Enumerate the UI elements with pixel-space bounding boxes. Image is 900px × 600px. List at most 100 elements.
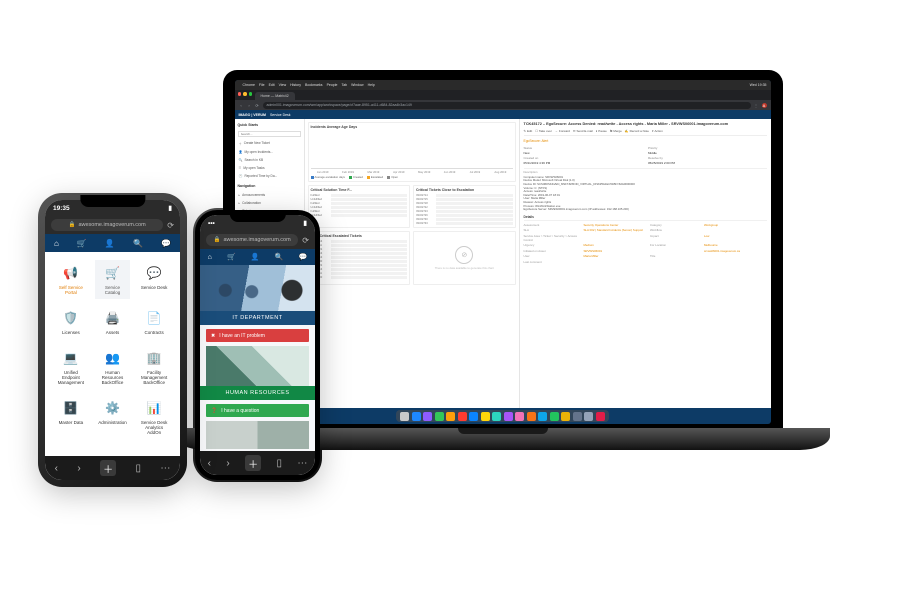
quick-link[interactable]: 🔍Search in KB: [238, 157, 301, 162]
dock-app-icon[interactable]: [446, 412, 455, 421]
chat-icon[interactable]: 💬: [299, 253, 308, 261]
extensions-icon[interactable]: ⋮: [754, 103, 759, 108]
mac-menu-item[interactable]: Bookmarks: [305, 83, 323, 87]
catalog-tile[interactable]: 👥Human Resources BackOffice: [95, 345, 131, 389]
tile-icon: 🛒: [103, 264, 121, 282]
dock-app-icon[interactable]: [504, 412, 513, 421]
new-tab-button[interactable]: ＋: [100, 460, 116, 476]
more-icon[interactable]: ⋯: [160, 463, 170, 474]
quick-link[interactable]: 🕑Reported Time by Da...: [238, 173, 301, 178]
catalog-tile[interactable]: 📄Contracts: [136, 305, 172, 339]
pause-button[interactable]: ⏸ Pause: [596, 129, 607, 133]
nav-item-collaboration[interactable]: ▸Collaboration: [238, 200, 301, 205]
user-icon[interactable]: 👤: [251, 253, 260, 261]
nav-item-announcements[interactable]: ▸Announcements: [238, 192, 301, 197]
dock-app-icon[interactable]: [584, 412, 593, 421]
tabs-icon[interactable]: ▯: [135, 463, 141, 474]
phone-address-bar[interactable]: 🔒 awesome.imagoverum.com: [51, 219, 163, 231]
chat-icon[interactable]: 💬: [161, 239, 171, 248]
address-bar[interactable]: admin001.imagoverum.com/wm/app/workspace…: [263, 102, 751, 109]
dock-app-icon[interactable]: [573, 412, 582, 421]
url-text: awesome.imagoverum.com: [223, 237, 290, 243]
window-controls[interactable]: [238, 92, 253, 96]
search-icon[interactable]: 🔍: [275, 253, 284, 261]
maximize-icon[interactable]: [249, 92, 253, 96]
phone-address-bar[interactable]: 🔒 awesome.imagoverum.com: [206, 234, 298, 246]
forward-icon[interactable]: ›: [226, 458, 229, 469]
action-dropdown[interactable]: ▾ Action: [652, 129, 663, 133]
tile-icon: 💻: [62, 349, 80, 367]
dock-app-icon[interactable]: [561, 412, 570, 421]
dock-app-icon[interactable]: [481, 412, 490, 421]
mac-menu-item[interactable]: Help: [368, 83, 375, 87]
quick-search-input[interactable]: [238, 131, 301, 137]
catalog-tile[interactable]: 🖨️Assets: [95, 305, 131, 339]
subject-link[interactable]: EgoSecure: Alert: [524, 139, 767, 143]
quick-link[interactable]: ＋Create New Ticket: [238, 140, 301, 146]
reload-icon[interactable]: ⟳: [302, 236, 309, 245]
catalog-tile[interactable]: 🛡️Licenses: [53, 305, 89, 339]
back-icon[interactable]: ‹: [239, 103, 244, 108]
it-problem-button[interactable]: ✖ I have an IT problem: [206, 329, 309, 342]
catalog-tile[interactable]: 📊Service Desk Analytics AddOn: [136, 395, 172, 439]
hr-question-button[interactable]: ❓ I have a question: [206, 404, 309, 417]
email-button[interactable]: ✉ Send E-mail: [573, 129, 593, 133]
minimize-icon[interactable]: [243, 92, 247, 96]
dock-app-icon[interactable]: [596, 412, 605, 421]
mac-menu-item[interactable]: People: [327, 83, 338, 87]
forward-button[interactable]: → Forward: [555, 129, 570, 133]
reload-icon[interactable]: ⟳: [167, 221, 174, 230]
tile-label: Service Desk Analytics AddOn: [138, 420, 170, 435]
mac-menu-item[interactable]: Window: [351, 83, 363, 87]
dock-app-icon[interactable]: [423, 412, 432, 421]
cart-icon[interactable]: 🛒: [227, 253, 236, 261]
tabs-icon[interactable]: ▯: [276, 458, 282, 469]
app-module[interactable]: Service Desk: [270, 113, 291, 117]
user-icon[interactable]: 👤: [105, 239, 115, 248]
dock-app-icon[interactable]: [550, 412, 559, 421]
dock-app-icon[interactable]: [458, 412, 467, 421]
menu-icon[interactable]: ⌂: [208, 254, 212, 261]
mac-menu-item[interactable]: Tab: [341, 83, 347, 87]
reload-icon[interactable]: ⟳: [255, 103, 260, 108]
catalog-tile[interactable]: 📢Self Service Portal: [53, 260, 89, 299]
profile-avatar[interactable]: A: [762, 103, 767, 108]
mac-menu-item[interactable]: Chrome: [243, 83, 255, 87]
catalog-tile[interactable]: 🗄️Master Data: [53, 395, 89, 439]
dock-app-icon[interactable]: [527, 412, 536, 421]
forward-icon[interactable]: ›: [77, 463, 80, 474]
dock-app-icon[interactable]: [515, 412, 524, 421]
close-icon[interactable]: [238, 92, 242, 96]
back-icon[interactable]: ‹: [55, 463, 58, 474]
quick-link[interactable]: ☰My open Tasks: [238, 165, 301, 170]
edit-button[interactable]: ✎ Edit: [524, 129, 533, 133]
note-button[interactable]: ✍ Record a Note: [625, 129, 649, 133]
panel-title: Critical Tickets Close to Escalation: [416, 188, 513, 192]
dock-app-icon[interactable]: [469, 412, 478, 421]
cart-icon[interactable]: 🛒: [77, 239, 87, 248]
menu-icon[interactable]: ⌂: [54, 239, 59, 248]
catalog-tile[interactable]: 💻Unified Endpoint Management: [53, 345, 89, 389]
mac-menu-item[interactable]: View: [279, 83, 287, 87]
quick-link[interactable]: 👤My open Incidents...: [238, 149, 301, 154]
mac-menu-item[interactable]: File: [259, 83, 265, 87]
dock-app-icon[interactable]: [492, 412, 501, 421]
dock-app-icon[interactable]: [538, 412, 547, 421]
forward-icon[interactable]: ›: [247, 103, 252, 108]
catalog-tile[interactable]: ⚙️Administration: [95, 395, 131, 439]
merge-button[interactable]: ⇆ Merge: [610, 129, 622, 133]
browser-tab[interactable]: Home — Matrix42: [255, 92, 295, 100]
dock-app-icon[interactable]: [435, 412, 444, 421]
dock-app-icon[interactable]: [412, 412, 421, 421]
catalog-tile[interactable]: 🏢Facility Management BackOffice: [136, 345, 172, 389]
new-tab-button[interactable]: ＋: [245, 455, 261, 471]
back-icon[interactable]: ‹: [208, 458, 211, 469]
mac-menu-item[interactable]: History: [290, 83, 301, 87]
takeover-button[interactable]: ☐ Take over: [535, 129, 552, 133]
catalog-tile[interactable]: 💬Service Desk: [136, 260, 172, 299]
search-icon[interactable]: 🔍: [133, 239, 143, 248]
catalog-tile[interactable]: 🛒Service Catalog: [95, 260, 131, 299]
more-icon[interactable]: ⋯: [297, 458, 307, 469]
mac-menu-item[interactable]: Edit: [269, 83, 275, 87]
dock-app-icon[interactable]: [400, 412, 409, 421]
